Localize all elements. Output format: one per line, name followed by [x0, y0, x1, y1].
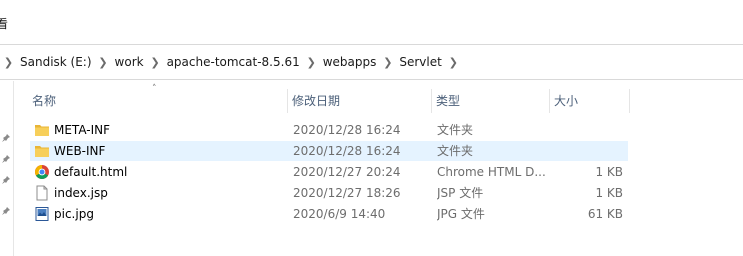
pin-icon[interactable] [1, 206, 11, 216]
file-date: 2020/12/27 20:24 [293, 165, 401, 179]
chevron-right-icon[interactable]: ❯ [380, 56, 395, 69]
file-explorer-window: 看 ❯ Sandisk (E:) ❯ work ❯ apache-tomcat-… [0, 0, 743, 256]
file-name: WEB-INF [54, 144, 106, 158]
chevron-right-icon[interactable]: ❯ [96, 56, 111, 69]
chevron-right-icon[interactable]: ❯ [148, 56, 163, 69]
file-date: 2020/12/28 16:24 [293, 144, 401, 158]
file-list: ˄ 名称 修改日期 类型 大小 META-INF 2020/12/28 16:2… [14, 81, 743, 256]
file-name: META-INF [54, 123, 111, 137]
file-row-default-html[interactable]: default.html 2020/12/27 20:24 Chrome HTM… [30, 162, 628, 182]
chevron-right-icon[interactable]: ❯ [446, 56, 461, 69]
image-icon [35, 207, 49, 221]
breadcrumb-item-webapps[interactable]: webapps [319, 55, 381, 69]
pin-icon[interactable] [1, 175, 11, 185]
file-date: 2020/12/28 16:24 [293, 123, 401, 137]
file-type: JPG 文件 [437, 207, 485, 221]
breadcrumb-item-work[interactable]: work [111, 55, 148, 69]
file-name: pic.jpg [54, 207, 94, 221]
chrome-icon [35, 165, 49, 179]
file-size: 1 KB [595, 186, 623, 200]
file-type: JSP 文件 [437, 186, 484, 200]
file-row-meta-inf[interactable]: META-INF 2020/12/28 16:24 文件夹 [30, 120, 628, 140]
chevron-right-icon[interactable]: ❯ [304, 56, 319, 69]
ribbon-view-tab[interactable]: 看 [0, 17, 8, 31]
column-header-name[interactable]: 名称 [28, 89, 288, 113]
file-icon [36, 185, 48, 201]
column-header-size[interactable]: 大小 [550, 89, 630, 113]
breadcrumb-item-servlet[interactable]: Servlet [395, 55, 445, 69]
breadcrumb-item-drive[interactable]: Sandisk (E:) [16, 55, 96, 69]
column-header-type[interactable]: 类型 [432, 89, 550, 113]
column-header-date[interactable]: 修改日期 [288, 89, 432, 113]
column-header-row: 名称 修改日期 类型 大小 [14, 89, 743, 113]
file-name: default.html [54, 165, 128, 179]
pin-icon[interactable] [1, 154, 11, 164]
navigation-pane [0, 81, 14, 256]
breadcrumb-item-tomcat[interactable]: apache-tomcat-8.5.61 [163, 55, 304, 69]
file-row-pic-jpg[interactable]: pic.jpg 2020/6/9 14:40 JPG 文件 61 KB [30, 204, 628, 224]
file-name: index.jsp [54, 186, 108, 200]
folder-icon [35, 125, 49, 136]
pin-icon[interactable] [1, 133, 11, 143]
file-row-web-inf[interactable]: WEB-INF 2020/12/28 16:24 文件夹 [30, 141, 628, 161]
address-bar[interactable]: ❯ Sandisk (E:) ❯ work ❯ apache-tomcat-8.… [0, 44, 743, 80]
file-size: 1 KB [595, 165, 623, 179]
file-type: 文件夹 [437, 144, 474, 158]
file-row-index-jsp[interactable]: index.jsp 2020/12/27 18:26 JSP 文件 1 KB [30, 183, 628, 203]
file-date: 2020/12/27 18:26 [293, 186, 401, 200]
folder-icon [35, 146, 49, 157]
file-size: 61 KB [587, 207, 623, 221]
file-type: Chrome HTML D... [437, 165, 546, 179]
breadcrumb: ❯ Sandisk (E:) ❯ work ❯ apache-tomcat-8.… [0, 45, 461, 79]
file-type: 文件夹 [437, 123, 474, 137]
chevron-right-icon[interactable]: ❯ [1, 56, 16, 69]
file-date: 2020/6/9 14:40 [293, 207, 386, 221]
